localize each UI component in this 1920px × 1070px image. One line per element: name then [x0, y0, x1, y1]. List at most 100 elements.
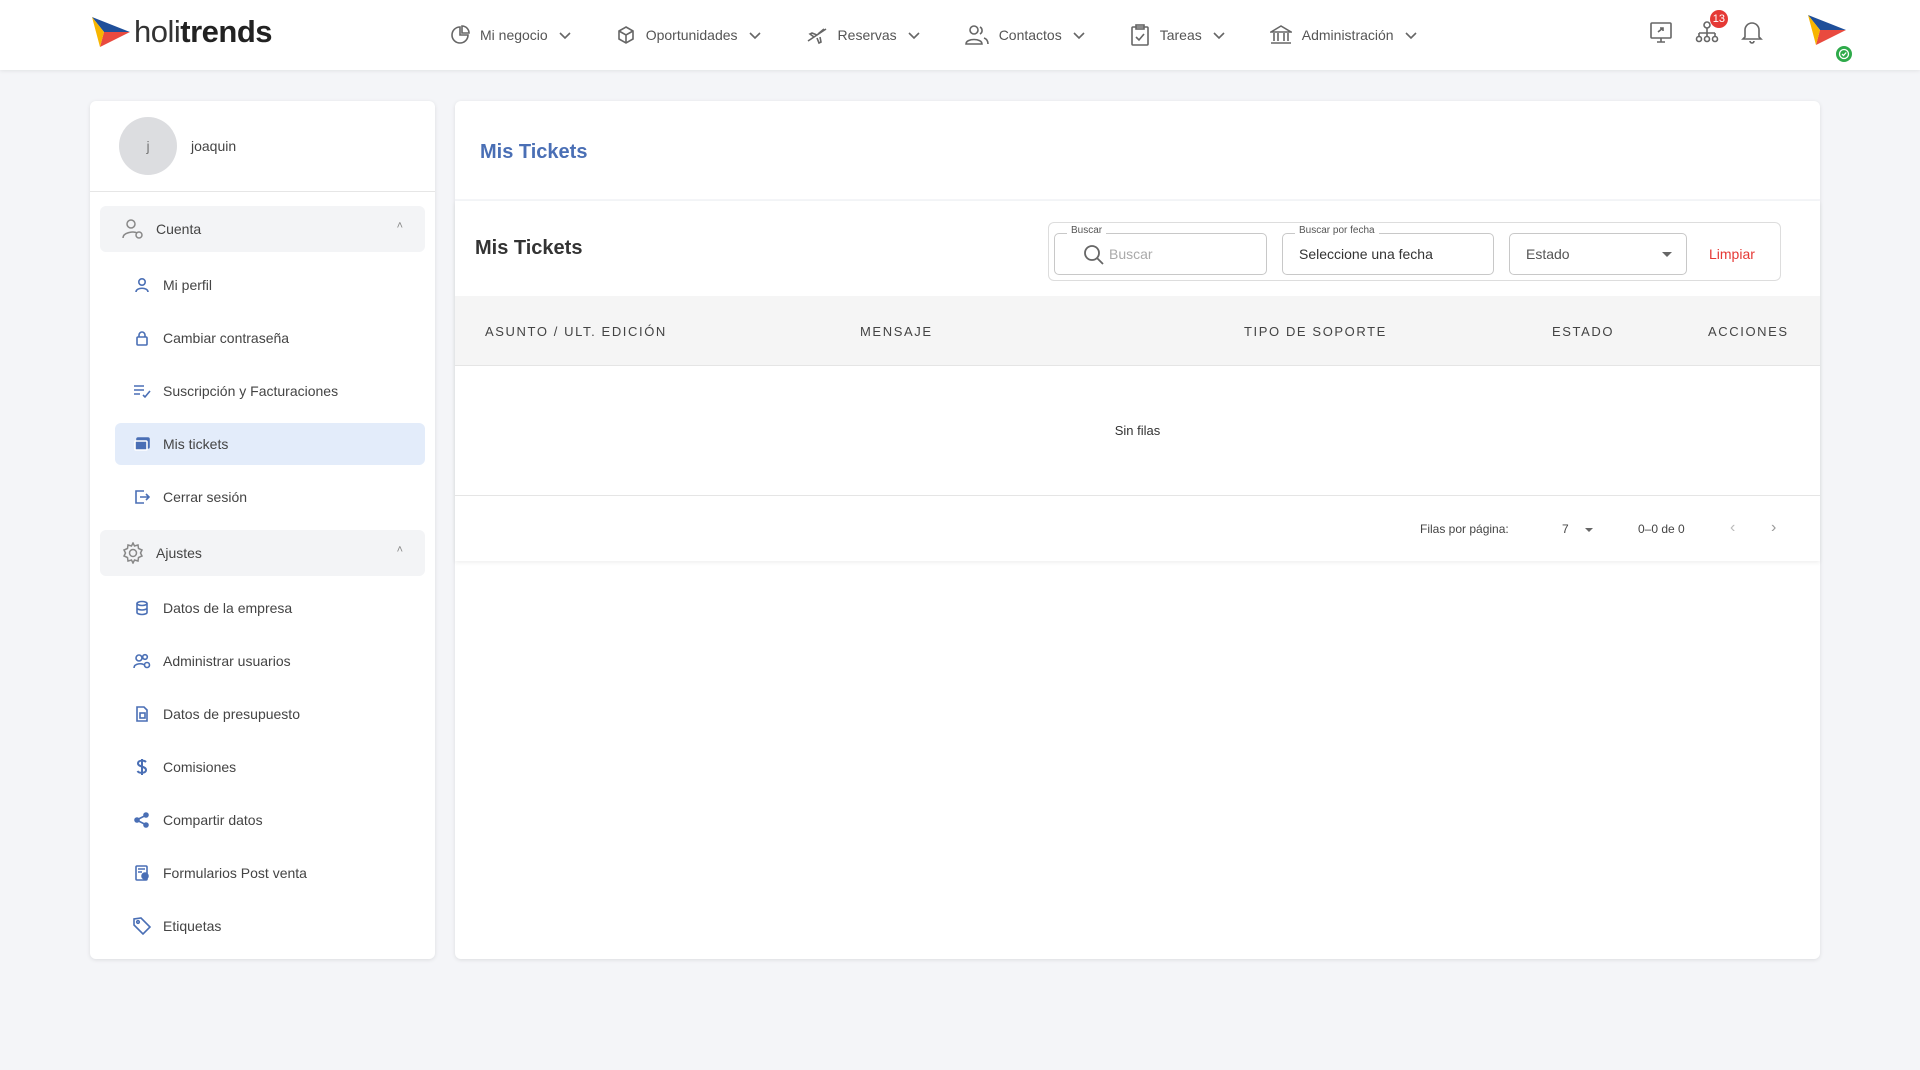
account-sidebar: j joaquin Cuenta ˄ Mi perfil Cambiar con… [90, 101, 435, 959]
column-header-mensaje[interactable]: Mensaje [860, 324, 933, 339]
share-icon [133, 811, 151, 829]
user-settings-icon [122, 219, 143, 239]
sidebar-item-label: Etiquetas [163, 918, 222, 934]
form-icon [133, 864, 151, 882]
search-label: Buscar [1067, 225, 1107, 236]
sidebar-item-mi-perfil[interactable]: Mi perfil [115, 264, 425, 306]
avatar[interactable]: j [119, 117, 177, 175]
chevron-down-icon [748, 32, 761, 40]
user-avatar[interactable] [1806, 12, 1854, 64]
chevron-down-icon [908, 32, 920, 40]
column-header-acciones[interactable]: Acciones [1708, 324, 1789, 339]
section-cuenta[interactable]: Cuenta ˄ [100, 206, 425, 252]
lock-icon [133, 329, 151, 347]
section-title: Ajustes [156, 545, 202, 561]
chevron-left-icon[interactable]: ‹ [1730, 519, 1735, 537]
date-field[interactable]: Buscar por fecha [1282, 225, 1494, 275]
chevron-down-icon [1405, 32, 1417, 40]
sidebar-item-label: Mis tickets [163, 436, 229, 452]
monitor-icon [1650, 22, 1672, 43]
search-input[interactable] [1085, 246, 1266, 262]
nav-item-tareas[interactable]: Tareas [1130, 24, 1226, 46]
sidebar-item-label: Compartir datos [163, 812, 263, 828]
search-field[interactable]: Buscar [1054, 225, 1267, 275]
sidebar-item-label: Suscripción y Facturaciones [163, 383, 339, 399]
screen-share-icon[interactable] [1649, 19, 1675, 45]
chevron-up-icon: ˄ [396, 220, 403, 232]
rows-per-page-select[interactable]: 7 [1562, 522, 1569, 536]
sidebar-item-cambiar-contrasena[interactable]: Cambiar contraseña [115, 317, 425, 359]
holitrends-logo[interactable]: holitrends [90, 14, 273, 50]
online-status-icon [1834, 44, 1854, 64]
nav-item-administracion[interactable]: Administración [1269, 25, 1418, 45]
nav-item-contactos[interactable]: Contactos [964, 24, 1086, 46]
check-icon [1838, 48, 1850, 60]
avatar-logo-icon [1808, 15, 1846, 45]
column-header-estado[interactable]: Estado [1552, 324, 1614, 339]
chevron-up-icon: ˄ [396, 544, 403, 556]
tag-icon [133, 917, 151, 935]
user-profile-card: j joaquin [90, 101, 435, 192]
chevron-down-icon [1213, 32, 1225, 40]
nav-label: Administración [1301, 27, 1394, 43]
panel-title: Mis Tickets [475, 237, 583, 259]
chevron-right-icon[interactable]: › [1771, 519, 1776, 537]
nav-label: Contactos [998, 27, 1062, 43]
dropdown-arrow-icon[interactable] [1585, 528, 1593, 532]
sidebar-item-label: Datos de la empresa [163, 600, 293, 616]
sidebar-item-administrar-usuarios[interactable]: Administrar usuarios [115, 640, 425, 682]
sidebar-item-cerrar-sesion[interactable]: Cerrar sesión [115, 476, 425, 518]
gear-icon [122, 542, 144, 564]
sidebar-item-datos-empresa[interactable]: Datos de la empresa [115, 587, 425, 629]
chevron-down-icon [559, 32, 571, 40]
logout-icon [133, 488, 151, 506]
sidebar-item-suscripcion[interactable]: Suscripción y Facturaciones [115, 370, 425, 412]
nav-item-mi-negocio[interactable]: Mi negocio [450, 25, 572, 45]
pagination-range: 0–0 de 0 [1638, 522, 1685, 536]
sidebar-item-label: Mi perfil [163, 277, 213, 293]
column-header-asunto[interactable]: Asunto / Ult. Edición [485, 324, 667, 339]
nav-label: Reservas [837, 27, 897, 43]
page-title: Mis Tickets [480, 141, 588, 163]
plane-icon [807, 28, 826, 45]
date-input[interactable] [1299, 246, 1493, 262]
sidebar-item-label: Formularios Post venta [163, 865, 307, 881]
tickets-icon [133, 435, 151, 453]
sidebar-item-comisiones[interactable]: Comisiones [115, 746, 425, 788]
team-icon[interactable]: 13 [1694, 10, 1728, 45]
user-icon [133, 276, 151, 294]
main-nav: Mi negocio Oportunidades Reservas Contac… [450, 0, 1462, 70]
list-check-icon [133, 382, 151, 400]
section-ajustes[interactable]: Ajustes ˄ [100, 530, 425, 576]
date-label: Buscar por fecha [1295, 225, 1379, 236]
nav-item-oportunidades[interactable]: Oportunidades [616, 25, 762, 45]
search-icon [1084, 245, 1104, 265]
section-title: Cuenta [156, 221, 202, 237]
column-header-tipo-soporte[interactable]: Tipo de soporte [1244, 324, 1387, 339]
sidebar-item-label: Cambiar contraseña [163, 330, 290, 346]
estado-placeholder: Estado [1526, 246, 1570, 262]
nav-item-reservas[interactable]: Reservas [806, 25, 921, 45]
top-navigation-bar: holitrends Mi negocio Oportunidades Rese… [0, 0, 1920, 70]
sidebar-item-label: Administrar usuarios [163, 653, 291, 669]
nav-label: Tareas [1159, 27, 1202, 43]
bell-icon[interactable] [1739, 19, 1765, 45]
user-name: joaquin [191, 138, 237, 154]
estado-select[interactable]: Estado [1509, 233, 1687, 275]
notification-badge: 13 [1709, 10, 1728, 28]
sidebar-item-compartir-datos[interactable]: Compartir datos [115, 799, 425, 841]
sidebar-item-mis-tickets[interactable]: Mis tickets [115, 423, 425, 465]
nav-label: Mi negocio [480, 27, 548, 43]
bank-icon [1269, 25, 1292, 44]
sidebar-item-formularios-post-venta[interactable]: Formularios Post venta [115, 852, 425, 894]
dollar-icon [133, 758, 151, 776]
table-header: Asunto / Ult. Edición Mensaje Tipo de so… [455, 296, 1820, 366]
sidebar-item-etiquetas[interactable]: Etiquetas [115, 905, 425, 947]
clear-filters-button[interactable]: Limpiar [1709, 246, 1755, 262]
tickets-panel: Mis Tickets Buscar Buscar por fecha Esta… [455, 201, 1820, 561]
clipboard-icon [1130, 24, 1149, 46]
users-settings-icon [133, 652, 151, 670]
sidebar-item-datos-presupuesto[interactable]: Datos de presupuesto [115, 693, 425, 735]
logo-mark-icon [92, 17, 130, 47]
logo-text: holitrends [134, 14, 273, 49]
